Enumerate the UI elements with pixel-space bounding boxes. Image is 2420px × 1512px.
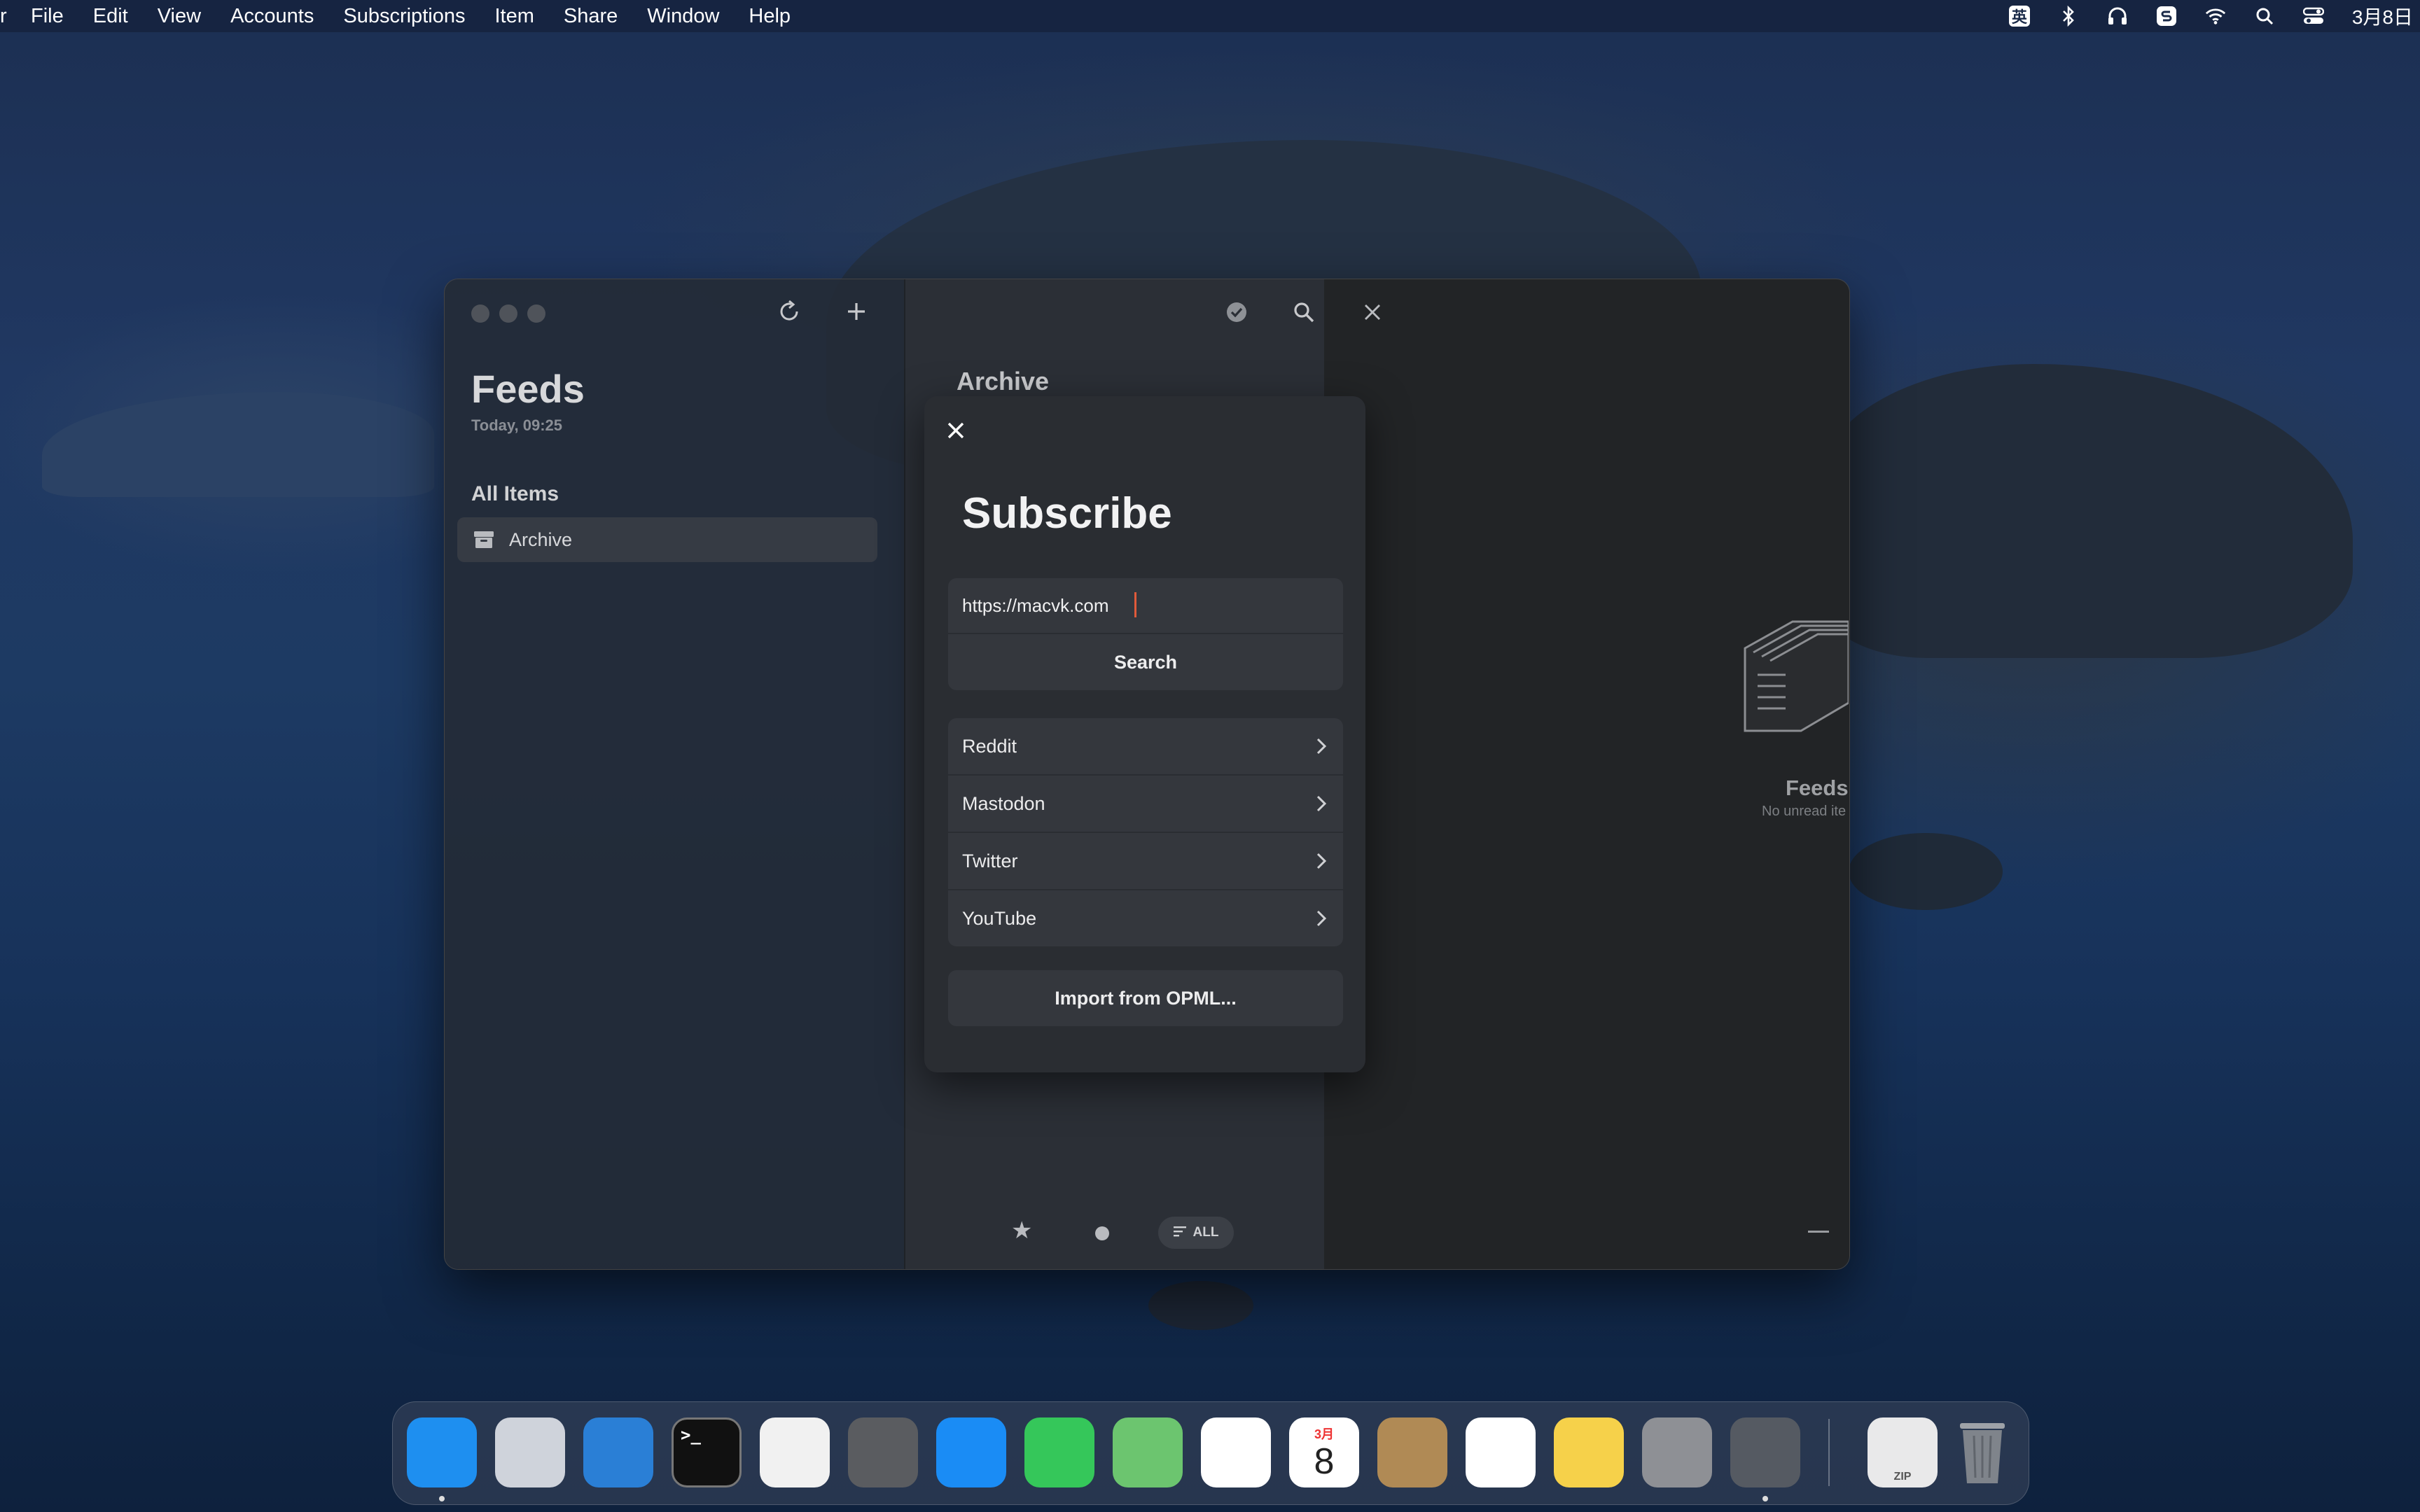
wallpaper-cliff xyxy=(1821,364,2353,658)
service-row-mastodon[interactable]: Mastodon xyxy=(948,776,1343,832)
empty-state-subtitle: No unread ite xyxy=(1762,804,1847,819)
status-area: 英 3月8日 xyxy=(2008,0,2420,32)
launchpad-icon[interactable] xyxy=(495,1418,565,1488)
text-caret xyxy=(1134,592,1136,617)
list-lines-icon xyxy=(1173,1226,1188,1240)
menu-item[interactable]: Item xyxy=(494,5,534,28)
mark-all-read-icon[interactable] xyxy=(1221,297,1252,328)
menu-file[interactable]: File xyxy=(31,5,64,28)
filter-all-label: ALL xyxy=(1192,1225,1219,1240)
import-opml-button[interactable]: Import from OPML... xyxy=(948,970,1343,1026)
subscribe-dialog: Subscribe Search Reddit Mastodon Twitter… xyxy=(924,396,1365,1072)
s-app-icon[interactable] xyxy=(2156,6,2177,27)
input-method-icon[interactable]: 英 xyxy=(2008,6,2030,27)
calendar-icon[interactable]: 3月 8 xyxy=(1289,1418,1359,1488)
chevron-right-icon xyxy=(1311,792,1332,815)
menu-clock[interactable]: 3月8日 xyxy=(2352,2,2413,30)
menu-share[interactable]: Share xyxy=(564,5,618,28)
control-center-icon[interactable] xyxy=(2302,6,2324,27)
running-indicator xyxy=(439,1496,445,1502)
url-field-container xyxy=(948,578,1343,633)
menu-accounts[interactable]: Accounts xyxy=(230,5,314,28)
reminders-icon[interactable] xyxy=(1466,1418,1536,1488)
finder-icon[interactable] xyxy=(407,1418,477,1488)
terminal-prompt: >_ xyxy=(681,1425,701,1445)
chevron-right-icon xyxy=(1311,907,1332,930)
notes-icon[interactable] xyxy=(1554,1418,1624,1488)
filter-all-button[interactable]: ALL xyxy=(1158,1217,1234,1249)
menu-bar: r File Edit View Accounts Subscriptions … xyxy=(0,0,2420,32)
app-menu[interactable]: r xyxy=(0,5,13,28)
photos-icon[interactable] xyxy=(1201,1418,1271,1488)
filter-unread-button[interactable] xyxy=(1095,1226,1109,1240)
sidebar-item-archive[interactable]: Archive xyxy=(457,517,877,562)
wifi-icon[interactable] xyxy=(2205,6,2226,27)
running-indicator xyxy=(1762,1496,1768,1502)
wallpaper-far-hill xyxy=(42,392,434,497)
headphones-icon[interactable] xyxy=(2107,6,2128,27)
trash-icon[interactable] xyxy=(1947,1418,2017,1488)
terminal-icon[interactable]: >_ xyxy=(672,1418,742,1488)
minimize-window-button[interactable] xyxy=(499,304,517,323)
sidebar-last-updated: Today, 09:25 xyxy=(471,416,563,434)
chevron-right-icon xyxy=(1311,735,1332,757)
pane-divider[interactable] xyxy=(904,279,905,1269)
service-label: Mastodon xyxy=(962,792,1045,814)
service-list: Reddit Mastodon Twitter YouTube xyxy=(948,718,1343,946)
zoom-window-button[interactable] xyxy=(527,304,545,323)
add-subscription-icon[interactable] xyxy=(841,296,872,327)
search-feed-button[interactable]: Search xyxy=(948,634,1343,690)
close-dialog-button[interactable] xyxy=(945,420,969,444)
dock: ZIP >_ 3月 8 xyxy=(392,1401,2029,1505)
article-list-title: Archive xyxy=(957,367,1050,396)
maps-icon[interactable] xyxy=(1113,1418,1183,1488)
wallpaper-rock xyxy=(1849,833,2003,910)
menu-subscriptions[interactable]: Subscriptions xyxy=(343,5,465,28)
menu-view[interactable]: View xyxy=(158,5,201,28)
sidebar: Feeds Today, 09:25 All Items Archive xyxy=(445,279,904,1269)
service-label: Twitter xyxy=(962,850,1018,872)
menu-edit[interactable]: Edit xyxy=(93,5,128,28)
calendar-month: 3月 xyxy=(1314,1427,1334,1441)
service-row-twitter[interactable]: Twitter xyxy=(948,833,1343,889)
feed-url-input[interactable] xyxy=(962,591,1326,620)
article-detail-pane xyxy=(1324,279,1849,1269)
contacts-icon[interactable] xyxy=(1377,1418,1447,1488)
edge-icon[interactable] xyxy=(583,1418,653,1488)
bluetooth-icon[interactable] xyxy=(2058,6,2079,27)
wallpaper-rock xyxy=(1148,1281,1253,1330)
close-window-button[interactable] xyxy=(471,304,489,323)
sidebar-title: Feeds xyxy=(471,367,585,411)
dialog-title: Subscribe xyxy=(962,489,1172,538)
menu-help[interactable]: Help xyxy=(749,5,791,28)
menu-window[interactable]: Window xyxy=(647,5,719,28)
reeder-icon[interactable] xyxy=(1730,1418,1800,1488)
search-articles-icon[interactable] xyxy=(1288,297,1319,328)
search-icon[interactable] xyxy=(2254,6,2275,27)
chrome-icon[interactable] xyxy=(760,1418,830,1488)
calculator-icon[interactable] xyxy=(848,1418,918,1488)
service-row-youtube[interactable]: YouTube xyxy=(948,890,1343,946)
app-store-icon[interactable] xyxy=(936,1418,1006,1488)
empty-feeds-icon xyxy=(1744,619,1884,759)
messages-icon[interactable] xyxy=(1024,1418,1094,1488)
close-detail-icon[interactable] xyxy=(1357,297,1388,328)
sidebar-item-label: Archive xyxy=(509,528,573,550)
system-settings-icon[interactable] xyxy=(1642,1418,1712,1488)
zip-archive-icon[interactable]: ZIP xyxy=(1868,1418,1938,1488)
refresh-icon[interactable] xyxy=(774,296,805,327)
detail-collapse-button[interactable] xyxy=(1808,1231,1829,1233)
sidebar-section-all-items[interactable]: All Items xyxy=(471,482,559,506)
calendar-day: 8 xyxy=(1314,1441,1335,1482)
empty-state-title: Feeds xyxy=(1786,776,1849,800)
chevron-right-icon xyxy=(1311,850,1332,872)
service-label: Reddit xyxy=(962,735,1017,757)
archive-box-icon xyxy=(473,528,495,551)
window-controls xyxy=(471,304,545,323)
service-row-reddit[interactable]: Reddit xyxy=(948,718,1343,774)
service-label: YouTube xyxy=(962,907,1037,929)
dock-separator xyxy=(1828,1419,1830,1486)
filter-starred-button[interactable]: ★ xyxy=(1011,1217,1032,1245)
